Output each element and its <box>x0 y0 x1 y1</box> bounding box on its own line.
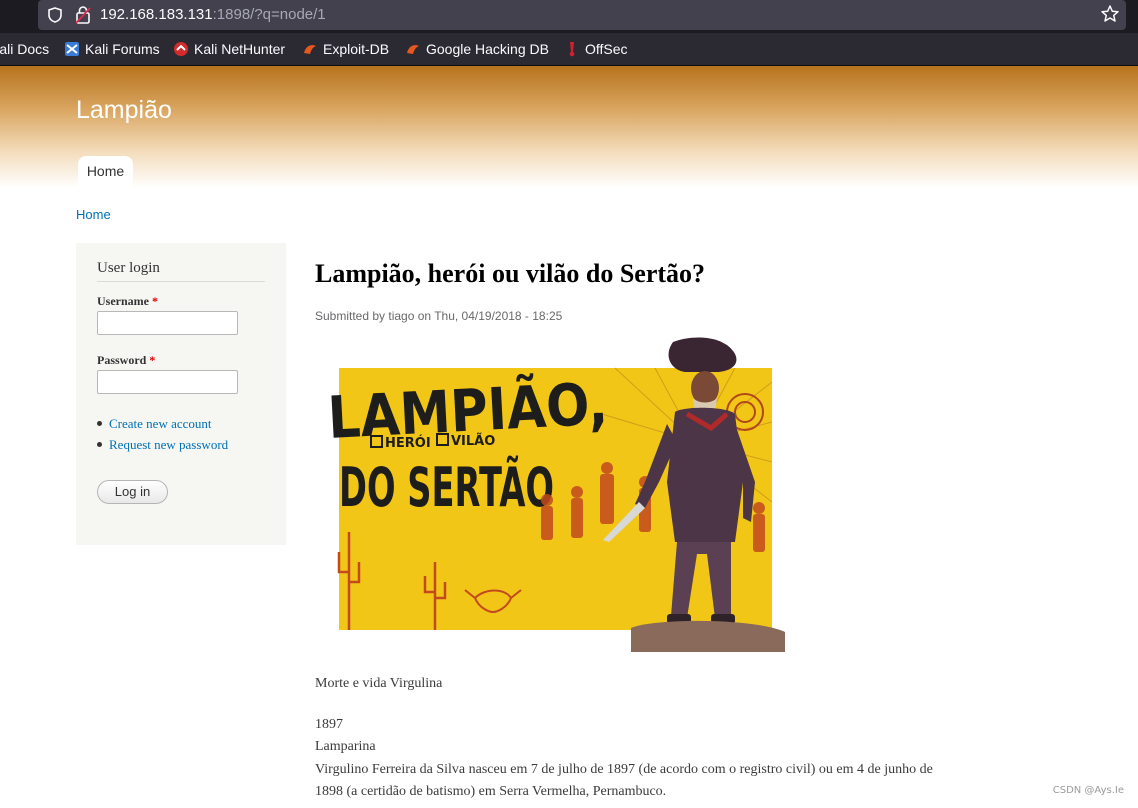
create-account-link[interactable]: Create new account <box>97 413 228 434</box>
bookmark-label: Kali NetHunter <box>194 41 286 57</box>
site-name[interactable]: Lampião <box>76 96 172 125</box>
password-label: Password * <box>97 353 155 368</box>
bookmark-label: OffSec <box>585 41 628 57</box>
article-title: Lampião, herói ou vilão do Sertão? <box>315 259 706 288</box>
poster-headline-2: DO SERTÃO <box>339 456 554 519</box>
article-year: 1897 <box>315 717 343 732</box>
nethunter-icon <box>174 42 188 56</box>
bookmarks-toolbar: Kali Docs Kali Forums Kali NetHunter Exp… <box>0 33 1138 66</box>
bookmark-offsec[interactable]: OffSec <box>564 41 628 57</box>
bookmark-kali-forums[interactable]: Kali Forums <box>64 41 160 57</box>
bookmark-star-icon[interactable] <box>1100 4 1120 24</box>
breadcrumb-home-link[interactable]: Home <box>76 207 111 222</box>
log-in-button[interactable]: Log in <box>97 480 168 504</box>
block-divider <box>97 281 265 282</box>
article-body: Virgulino Ferreira da Silva nasceu em 7 … <box>315 759 1005 803</box>
bookmark-label: Exploit-DB <box>323 41 390 57</box>
article-image: LAMPIÃO, HERÓI VILÃO DO SERTÃO <box>315 332 796 652</box>
site-header: Lampião Home <box>0 66 1138 188</box>
insecure-lock-icon[interactable] <box>74 5 92 25</box>
bookmark-label: Kali Docs <box>0 41 50 57</box>
article-section: Lamparina <box>315 739 376 754</box>
required-mark: * <box>149 353 156 367</box>
bookmark-google-hacking-db[interactable]: Google Hacking DB <box>405 41 549 57</box>
request-password-link[interactable]: Request new password <box>97 434 228 455</box>
login-links: Create new account Request new password <box>97 413 228 455</box>
url-bar[interactable]: 192.168.183.131:1898/?q=node/1 <box>38 0 1126 30</box>
url-text[interactable]: 192.168.183.131:1898/?q=node/1 <box>100 6 326 23</box>
password-input[interactable] <box>97 370 238 394</box>
required-mark: * <box>151 294 158 308</box>
article-body-line: Virgulino Ferreira da Silva nasceu em 7 … <box>315 762 933 777</box>
link-text[interactable]: Request new password <box>109 437 228 453</box>
poster-check-heroi: HERÓI <box>385 435 431 451</box>
shield-icon[interactable] <box>46 6 64 24</box>
bookmark-label: Kali Forums <box>85 41 160 57</box>
exploit-db-icon <box>304 45 316 54</box>
browser-toolbar: 192.168.183.131:1898/?q=node/1 <box>0 0 1138 33</box>
bookmark-kali-docs[interactable]: Kali Docs <box>0 41 49 57</box>
bullet <box>97 442 102 447</box>
nav-tab-home[interactable]: Home <box>78 156 133 188</box>
block-title: User login <box>97 260 160 276</box>
watermark: CSDN @Ays.Ie <box>1052 785 1124 796</box>
kali-forums-icon <box>65 42 79 56</box>
bookmark-label: Google Hacking DB <box>426 41 549 57</box>
link-text[interactable]: Create new account <box>109 416 212 432</box>
password-label-text: Password <box>97 353 147 367</box>
bookmark-kali-nethunter[interactable]: Kali NetHunter <box>173 41 285 57</box>
article-subtitle: Morte e vida Virgulina <box>315 676 443 691</box>
submitted-info: Submitted by tiago on Thu, 04/19/2018 - … <box>315 309 563 323</box>
ghdb-icon <box>407 45 419 54</box>
username-label-text: Username <box>97 294 149 308</box>
bookmark-exploit-db[interactable]: Exploit-DB <box>302 41 389 57</box>
user-login-block: User login Username * Password * Create … <box>76 243 286 545</box>
poster-check-vilao: VILÃO <box>451 433 495 449</box>
username-label: Username * <box>97 294 158 309</box>
username-input[interactable] <box>97 311 238 335</box>
offsec-icon <box>569 42 575 57</box>
article-body-line: 1898 (a certidão de batismo) em Serra Ve… <box>315 784 667 799</box>
bullet <box>97 421 102 426</box>
